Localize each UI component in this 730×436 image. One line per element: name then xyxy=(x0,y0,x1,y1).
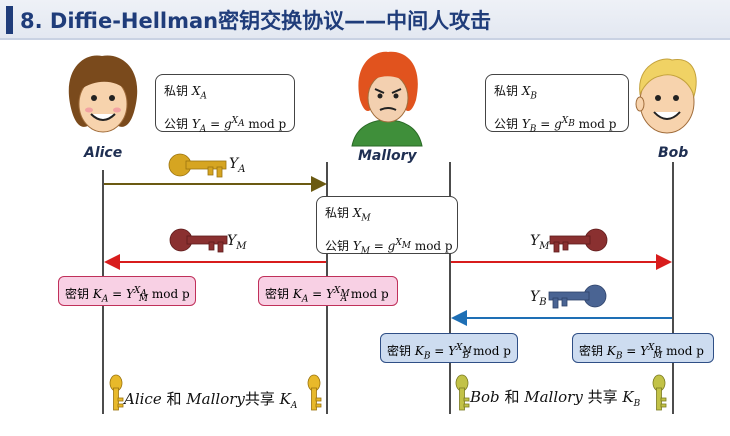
mallory-secret-key-bob-box: 密钥 KB = YXMB mod p xyxy=(380,333,518,363)
message-ya: YA xyxy=(229,156,246,175)
alice-public-key: 公钥 YA = gXA mod p xyxy=(164,116,287,135)
message-yb: YB xyxy=(530,289,547,308)
mallory-secret-key-alice-box: 密钥 KA = YXMA mod p xyxy=(258,276,398,306)
bob-secret-key-box: 密钥 KB = YXBM mod p xyxy=(572,333,714,363)
key-icon-alice xyxy=(168,153,227,178)
alice-private-key: 私钥 XA xyxy=(164,84,207,102)
bob-name: Bob xyxy=(658,145,689,161)
vkey-icon-4 xyxy=(652,374,667,411)
mallory-public-key: 公钥 YM = gXM mod p xyxy=(325,238,453,257)
message-ym-left: YM xyxy=(227,233,247,252)
message-ym-right: YM xyxy=(530,233,550,252)
bob-private-key: 私钥 XB xyxy=(494,84,538,102)
bob-public-key: 公钥 YB = gXB mod p xyxy=(494,116,617,135)
key-icon-mallory-right xyxy=(549,228,608,253)
alice-name: Alice xyxy=(84,145,123,161)
bob-avatar xyxy=(635,58,697,134)
alice-secret-key-box: 密钥 KA = YXAM mod p xyxy=(58,276,196,306)
key-icon-bob xyxy=(548,284,607,309)
key-icon-mallory-left xyxy=(169,228,228,253)
alice-mallory-shared-caption: Alice 和 Mallory共享 KA xyxy=(124,390,298,411)
mallory-key-box: 私钥 XM 公钥 YM = gXM mod p xyxy=(316,196,458,257)
vkey-icon-1 xyxy=(109,374,124,411)
bob-key-box: 私钥 XB 公钥 YB = gXB mod p xyxy=(485,74,629,135)
vkey-icon-3 xyxy=(455,374,470,411)
alice-key-box: 私钥 XA 公钥 YA = gXA mod p xyxy=(155,74,295,135)
mallory-name: Mallory xyxy=(358,148,417,164)
vkey-icon-2 xyxy=(307,374,322,411)
alice-avatar xyxy=(68,55,138,133)
mallory-private-key: 私钥 XM xyxy=(325,206,371,224)
mallory-avatar xyxy=(351,51,423,147)
bob-mallory-shared-caption: Bob 和 Mallory 共享 KB xyxy=(470,388,641,409)
